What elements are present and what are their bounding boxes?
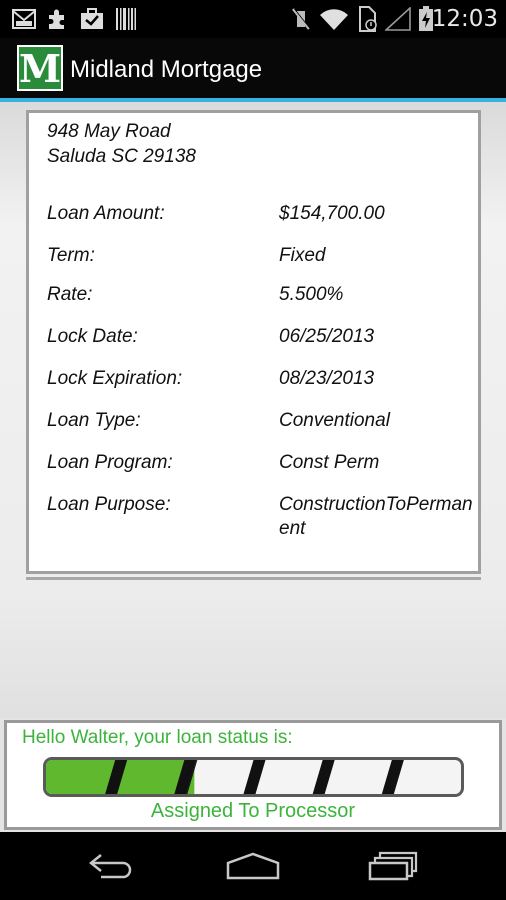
progress-separator [312, 760, 335, 794]
midland-logo[interactable]: M [17, 45, 63, 91]
signal-icon [384, 0, 412, 38]
logo-letter: M [19, 46, 62, 91]
loan-program-label: Loan Program: [47, 452, 173, 473]
lock-date-value: 06/25/2013 [279, 326, 375, 347]
loan-status-text: Assigned To Processor [150, 800, 356, 822]
term-label: Term: [47, 245, 95, 266]
status-clock: 12:03 [431, 6, 498, 32]
back-button[interactable] [62, 832, 162, 900]
lock-expiration-value: 08/23/2013 [279, 368, 375, 389]
progress-bar-graphic [46, 760, 404, 794]
sim-alert-icon [354, 0, 380, 38]
loan-progress-bar [43, 757, 464, 797]
wifi-icon [318, 0, 350, 38]
progress-separator [381, 760, 404, 794]
status-greeting: Hello Walter, your loan status is: [22, 727, 293, 748]
home-icon [226, 852, 280, 880]
loan-purpose-value: ConstructionToPermanent [279, 494, 473, 539]
loan-type-label: Loan Type: [47, 410, 141, 431]
term-value: Fixed [279, 245, 326, 266]
progress-separator [243, 760, 266, 794]
lock-expiration-label: Lock Expiration: [47, 368, 183, 389]
home-button[interactable] [203, 832, 303, 900]
recent-apps-icon [368, 851, 418, 881]
lock-date-label: Lock Date: [47, 326, 138, 347]
briefcase-icon [78, 0, 106, 38]
address-line-1: 948 May Road [47, 121, 171, 142]
card-divider [26, 577, 481, 580]
rate-value: 5.500% [279, 284, 344, 305]
loan-purpose-label: Loan Purpose: [47, 494, 171, 515]
loan-type-value: Conventional [279, 410, 390, 431]
puzzle-icon [44, 0, 72, 38]
back-icon [88, 854, 132, 879]
loan-program-value: Const Perm [279, 452, 380, 473]
vibrate-mute-icon [288, 0, 314, 38]
recent-apps-button[interactable] [344, 832, 444, 900]
gmail-icon [10, 0, 38, 38]
rate-label: Rate: [47, 284, 93, 305]
address-line-2: Saluda SC 29138 [47, 146, 196, 167]
app-title: Midland Mortgage [70, 56, 263, 83]
barcode-icon [114, 0, 138, 38]
loan-amount-label: Loan Amount: [47, 203, 165, 224]
loan-amount-value: $154,700.00 [279, 203, 385, 224]
